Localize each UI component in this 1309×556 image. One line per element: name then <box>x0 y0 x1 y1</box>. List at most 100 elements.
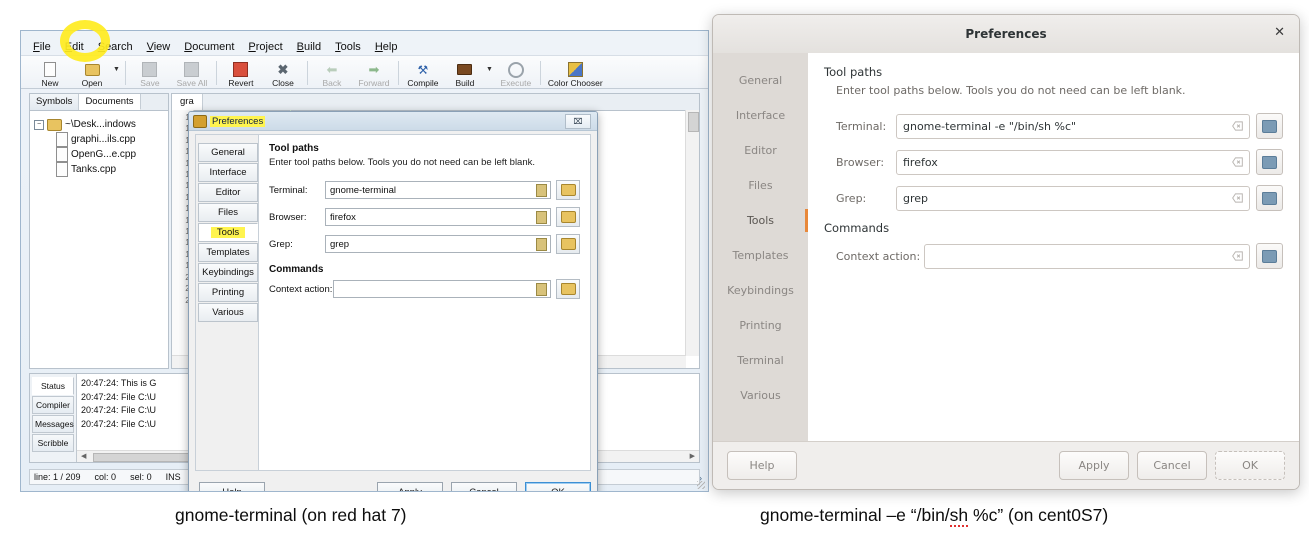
dialog-nav-item-various[interactable]: Various <box>713 378 808 413</box>
dropdown-arrow-icon[interactable]: ▼ <box>486 66 493 73</box>
dialog-nav-item-general[interactable]: General <box>198 143 258 162</box>
menu-item-file[interactable]: File <box>33 41 51 53</box>
toolbar-button-forward[interactable]: ➡Forward <box>353 56 395 88</box>
toolbar-button-close[interactable]: ✖Close <box>262 56 304 88</box>
scrollbar-thumb[interactable] <box>688 112 699 132</box>
dialog-nav-item-keybindings[interactable]: Keybindings <box>713 273 808 308</box>
dialog-nav-item-tools[interactable]: Tools <box>713 203 808 238</box>
clear-icon[interactable] <box>1232 193 1243 203</box>
toolbar-separator <box>398 61 399 85</box>
tree-file-node[interactable]: Tanks.cpp <box>34 162 164 177</box>
menu-item-view[interactable]: View <box>147 41 171 53</box>
ok-button[interactable]: OK <box>525 482 591 493</box>
toolbar-button-label: New <box>41 78 58 88</box>
dialog-nav-item-interface[interactable]: Interface <box>713 98 808 133</box>
dialog-nav-item-interface[interactable]: Interface <box>198 163 258 182</box>
tree-file-node[interactable]: OpenG...e.cpp <box>34 147 164 162</box>
apply-button[interactable]: Apply <box>377 482 443 493</box>
toolbar-button-build[interactable]: Build <box>444 56 486 88</box>
browse-button[interactable] <box>556 207 580 227</box>
dialog-nav-item-files[interactable]: Files <box>198 203 258 222</box>
clear-icon[interactable] <box>1232 157 1243 167</box>
ok-button[interactable]: OK <box>1215 451 1285 480</box>
tree-file-node[interactable]: graphi...ils.cpp <box>34 132 164 147</box>
editor-tab[interactable]: gra <box>172 94 203 110</box>
form-row: Terminal:gnome-terminal -e "/bin/sh %c" <box>824 113 1283 139</box>
toolbar-button-execute[interactable]: Execute <box>495 56 537 88</box>
text-input[interactable] <box>333 280 551 298</box>
dropdown-arrow-icon[interactable]: ▼ <box>113 66 120 73</box>
help-button[interactable]: Help <box>727 451 797 480</box>
dialog-nav-item-editor[interactable]: Editor <box>198 183 258 202</box>
input-value: firefox <box>330 212 356 223</box>
toolbar-button-revert[interactable]: Revert <box>220 56 262 88</box>
cancel-button[interactable]: Cancel <box>1137 451 1207 480</box>
browse-button[interactable] <box>1256 149 1283 175</box>
clear-icon[interactable] <box>536 283 547 296</box>
message-tab-messages[interactable]: Messages <box>32 415 74 433</box>
field-label: Terminal: <box>824 120 896 133</box>
text-input[interactable]: grep <box>325 235 551 253</box>
dialog-nav-item-general[interactable]: General <box>713 63 808 98</box>
field-label: Terminal: <box>269 185 325 196</box>
browse-button[interactable] <box>556 279 580 299</box>
side-pane-tab-documents[interactable]: Documents <box>79 94 140 110</box>
message-tab-compiler[interactable]: Compiler <box>32 396 74 414</box>
side-pane-tab-symbols[interactable]: Symbols <box>30 94 79 110</box>
clear-icon[interactable] <box>536 211 547 224</box>
dialog-nav-item-printing[interactable]: Printing <box>713 308 808 343</box>
clear-icon[interactable] <box>1232 121 1243 131</box>
toolbar-button-save[interactable]: Save <box>129 56 171 88</box>
clear-icon[interactable] <box>1232 251 1243 261</box>
message-tab-status[interactable]: Status <box>32 377 74 395</box>
dialog-nav-item-tools[interactable]: Tools <box>198 223 258 242</box>
resize-grip[interactable] <box>697 481 705 489</box>
color-chooser-icon <box>568 62 583 77</box>
dialog-nav-item-templates[interactable]: Templates <box>713 238 808 273</box>
text-input[interactable]: firefox <box>325 208 551 226</box>
expander-icon[interactable]: − <box>34 120 44 130</box>
toolbar-button-color-chooser[interactable]: Color Chooser <box>544 56 607 88</box>
dialog-nav-item-keybindings[interactable]: Keybindings <box>198 263 258 282</box>
help-button[interactable]: Help <box>199 482 265 493</box>
dialog-nav-item-various[interactable]: Various <box>198 303 258 322</box>
scroll-left-icon[interactable]: ◀ <box>81 452 86 460</box>
toolbar-button-compile[interactable]: ⚒Compile <box>402 56 444 88</box>
message-tab-scribble[interactable]: Scribble <box>32 434 74 452</box>
clear-icon[interactable] <box>536 184 547 197</box>
editor-vertical-scrollbar[interactable] <box>685 110 699 356</box>
status-item: col: 0 <box>95 472 117 482</box>
menu-item-help[interactable]: Help <box>375 41 398 53</box>
menu-item-tools[interactable]: Tools <box>335 41 361 53</box>
minimize-button[interactable]: ⌧ <box>565 114 591 129</box>
text-input[interactable]: gnome-terminal <box>325 181 551 199</box>
dialog-nav-item-files[interactable]: Files <box>713 168 808 203</box>
browse-button[interactable] <box>1256 185 1283 211</box>
apply-button[interactable]: Apply <box>1059 451 1129 480</box>
input-value: gnome-terminal <box>330 185 396 196</box>
menu-item-project[interactable]: Project <box>248 41 282 53</box>
dialog-nav-item-templates[interactable]: Templates <box>198 243 258 262</box>
tree-folder-node[interactable]: −~\Desk...indows <box>34 117 164 132</box>
toolbar: NewOpen▼SaveSave AllRevert✖Close⬅Back➡Fo… <box>21 55 708 89</box>
clear-icon[interactable] <box>536 238 547 251</box>
dialog-nav-item-terminal[interactable]: Terminal <box>713 343 808 378</box>
cancel-button[interactable]: Cancel <box>451 482 517 493</box>
scroll-right-icon[interactable]: ▶ <box>690 452 695 460</box>
browse-button[interactable] <box>556 180 580 200</box>
dialog-nav-item-printing[interactable]: Printing <box>198 283 258 302</box>
toolbar-button-new[interactable]: New <box>29 56 71 88</box>
browse-button[interactable] <box>1256 113 1283 139</box>
text-input[interactable] <box>924 244 1250 269</box>
browse-button[interactable] <box>1256 243 1283 269</box>
menu-item-document[interactable]: Document <box>184 41 234 53</box>
menu-item-build[interactable]: Build <box>297 41 321 53</box>
text-input[interactable]: gnome-terminal -e "/bin/sh %c" <box>896 114 1250 139</box>
text-input[interactable]: firefox <box>896 150 1250 175</box>
browse-button[interactable] <box>556 234 580 254</box>
dialog-nav-item-editor[interactable]: Editor <box>713 133 808 168</box>
close-icon[interactable]: ✕ <box>1274 26 1285 40</box>
text-input[interactable]: grep <box>896 186 1250 211</box>
toolbar-button-save-all[interactable]: Save All <box>171 56 213 88</box>
toolbar-button-back[interactable]: ⬅Back <box>311 56 353 88</box>
